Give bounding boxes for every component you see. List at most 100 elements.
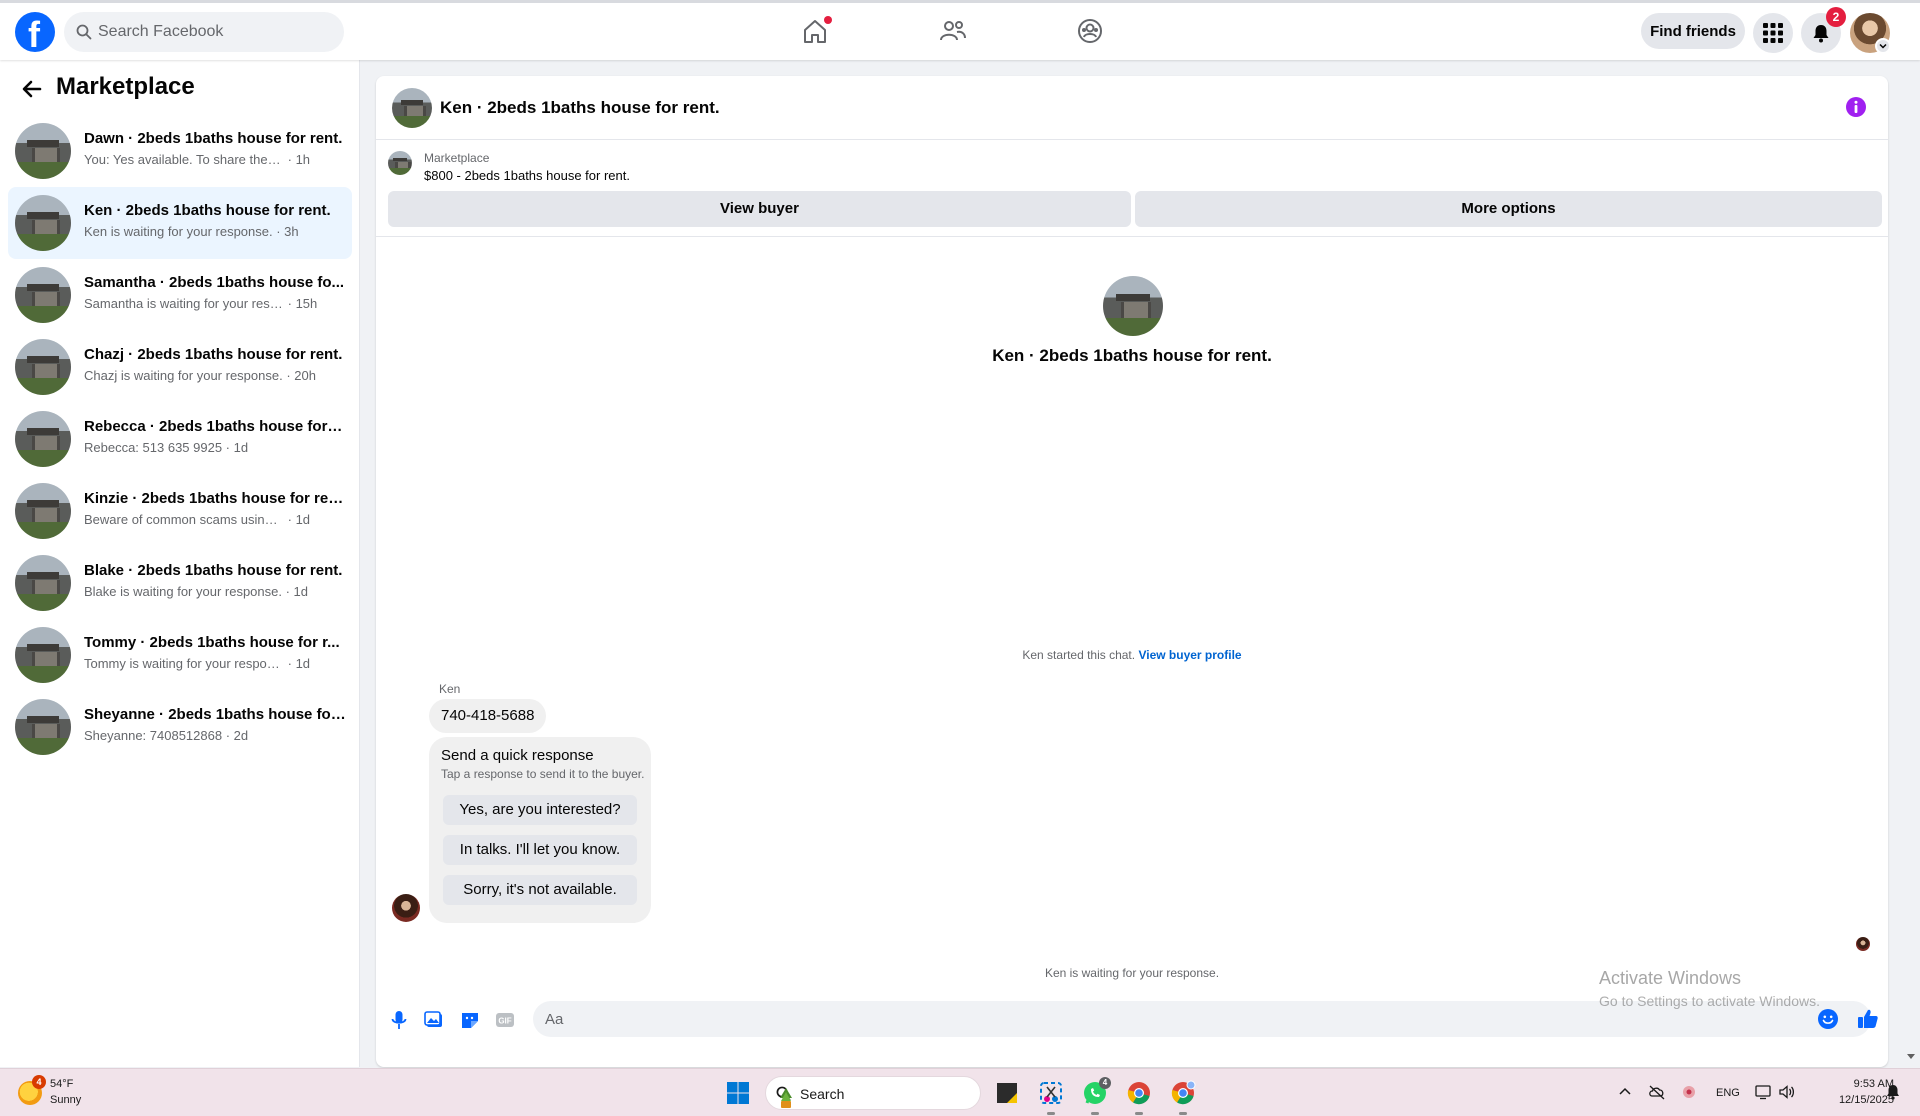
message-composer: GIF: [376, 1001, 1888, 1057]
view-buyer-profile-link[interactable]: View buyer profile: [1138, 648, 1241, 662]
find-friends-button[interactable]: Find friends: [1641, 13, 1745, 49]
sticky-notes-icon[interactable]: [993, 1079, 1021, 1107]
conversation-name: Kinzie · 2beds 1baths house for rent.: [84, 490, 346, 507]
conversation-name: Dawn · 2beds 1baths house for rent.: [84, 130, 343, 147]
conversation-name: Ken · 2beds 1baths house for rent.: [84, 202, 331, 219]
friends-icon[interactable]: [938, 16, 968, 46]
listing-thumbnail: [15, 267, 71, 323]
svg-text:GIF: GIF: [498, 1017, 511, 1026]
volume-icon[interactable]: [1778, 1083, 1796, 1101]
conversation-preview: Sheyanne: 7408512868 · 2d: [84, 728, 249, 743]
notification-bell-icon[interactable]: [1884, 1083, 1902, 1101]
bell-icon: [1813, 25, 1829, 43]
taskbar-search-label: Search: [800, 1086, 845, 1102]
microphone-icon[interactable]: [388, 1009, 410, 1031]
listing-thumbnail: [15, 123, 71, 179]
language-indicator[interactable]: ENG: [1716, 1087, 1740, 1099]
windows-start-icon[interactable]: [726, 1081, 750, 1105]
security-icon[interactable]: [1680, 1083, 1698, 1101]
thumbs-up-icon[interactable]: [1856, 1007, 1880, 1031]
listing-thumbnail: [15, 339, 71, 395]
snipping-tool-icon[interactable]: [1037, 1079, 1065, 1107]
running-app-indicator: [1135, 1112, 1143, 1115]
sticker-icon[interactable]: [459, 1009, 481, 1031]
conversation-time: 1d: [293, 584, 309, 599]
listing-source: Marketplace: [424, 151, 490, 165]
quick-response-sorry-button[interactable]: Sorry, it's not available.: [443, 875, 637, 905]
display-icon[interactable]: [1754, 1083, 1772, 1101]
windows-taskbar: 4 54°F Sunny Search 4 ENG 9:53 AM 12/15/…: [0, 1068, 1920, 1116]
emoji-icon[interactable]: [1817, 1008, 1839, 1030]
info-icon[interactable]: [1845, 96, 1867, 118]
search-facebook-box[interactable]: [64, 12, 344, 52]
conversation-item-ken[interactable]: Ken · 2beds 1baths house for rent. Ken i…: [8, 187, 352, 259]
conversation-item-rebecca[interactable]: Rebecca · 2beds 1baths house for r... Re…: [8, 403, 352, 475]
conversation-item-blake[interactable]: Blake · 2beds 1baths house for rent. Bla…: [8, 547, 352, 619]
listing-thumbnail: [15, 699, 71, 755]
chat-panel: Ken · 2beds 1baths house for rent. Marke…: [376, 76, 1888, 1067]
weather-temperature[interactable]: 54°F: [50, 1078, 73, 1090]
groups-icon[interactable]: [1075, 16, 1105, 46]
conversation-item-chazj[interactable]: Chazj · 2beds 1baths house for rent. Cha…: [8, 331, 352, 403]
marketplace-sidebar: Marketplace Dawn · 2beds 1baths house fo…: [0, 60, 360, 1067]
conversation-name: Chazj · 2beds 1baths house for rent.: [84, 346, 343, 363]
running-app-indicator: [1179, 1112, 1187, 1115]
more-options-button[interactable]: More options: [1135, 191, 1882, 227]
conversation-time: 15h: [295, 296, 318, 311]
listing-thumbnail: [15, 411, 71, 467]
sender-avatar[interactable]: [392, 894, 420, 922]
message-bubble[interactable]: 740-418-5688: [429, 699, 547, 733]
chat-listing-avatar[interactable]: [392, 88, 432, 128]
activate-windows-title: Activate Windows: [1599, 968, 1742, 988]
quick-response-subtitle: Tap a response to send it to the buyer.: [441, 767, 645, 781]
conversation-item-dawn[interactable]: Dawn · 2beds 1baths house for rent. You:…: [8, 115, 352, 187]
chat-started-text: Ken started this chat.: [1022, 648, 1136, 662]
conversation-item-kinzie[interactable]: Kinzie · 2beds 1baths house for rent. Be…: [8, 475, 352, 547]
conversation-preview: Beware of common scams using pay... · 1d: [84, 512, 311, 527]
back-arrow-icon[interactable]: [18, 75, 46, 103]
scrollbar-down-arrow-icon[interactable]: [1906, 1051, 1916, 1061]
chrome-icon[interactable]: [1125, 1079, 1153, 1107]
search-icon: [76, 24, 92, 40]
intro-title: Ken · 2beds 1baths house for rent.: [992, 346, 1272, 365]
quick-response-title: Send a quick response: [441, 747, 594, 764]
running-app-indicator: [1091, 1112, 1099, 1115]
conversation-item-tommy[interactable]: Tommy · 2beds 1baths house for r... Tomm…: [8, 619, 352, 691]
sidebar-header: Marketplace: [0, 60, 360, 114]
taskbar-search-box[interactable]: Search: [765, 1076, 981, 1110]
conversation-preview: Ken is waiting for your response. · 3h: [84, 224, 299, 239]
whatsapp-badge: 4: [1099, 1077, 1111, 1089]
facebook-logo[interactable]: f: [15, 12, 55, 55]
conversation-time: 2d: [233, 728, 249, 743]
quick-response-in-talks-button[interactable]: In talks. I'll let you know.: [443, 835, 637, 865]
conversation-name: Sheyanne · 2beds 1baths house for...: [84, 706, 346, 723]
listing-price[interactable]: $800 - 2beds 1baths house for rent.: [424, 168, 630, 183]
account-chevron[interactable]: [1875, 38, 1891, 54]
listing-thumbnail: [388, 151, 412, 175]
conversation-name: Blake · 2beds 1baths house for rent.: [84, 562, 343, 579]
conversation-item-samantha[interactable]: Samantha · 2beds 1baths house fo... Sama…: [8, 259, 352, 331]
conversation-name: Rebecca · 2beds 1baths house for r...: [84, 418, 346, 435]
photo-icon[interactable]: [423, 1009, 445, 1031]
gif-icon[interactable]: GIF: [494, 1009, 516, 1031]
cloud-offline-icon[interactable]: [1648, 1083, 1666, 1101]
menu-grid-button[interactable]: [1753, 13, 1793, 53]
conversation-time: 3h: [284, 224, 299, 239]
home-notification-dot: [824, 16, 832, 24]
chrome-profile-icon[interactable]: [1169, 1079, 1197, 1107]
notification-count-badge: 2: [1826, 7, 1846, 27]
listing-thumbnail: [15, 627, 71, 683]
listing-thumbnail: [15, 555, 71, 611]
conversation-time: 1d: [233, 440, 249, 455]
quick-response-yes-button[interactable]: Yes, are you interested?: [443, 795, 637, 825]
conversation-item-sheyanne[interactable]: Sheyanne · 2beds 1baths house for... She…: [8, 691, 352, 763]
activate-windows-subtitle: Go to Settings to activate Windows.: [1599, 993, 1820, 1009]
clock-date[interactable]: 12/15/2025: [1814, 1094, 1894, 1106]
quick-response-card: Send a quick response Tap a response to …: [429, 737, 651, 923]
view-buyer-button[interactable]: View buyer: [388, 191, 1131, 227]
chat-title[interactable]: Ken · 2beds 1baths house for rent.: [440, 98, 720, 118]
plant-icon: [780, 1088, 792, 1108]
search-input[interactable]: [98, 12, 328, 52]
chevron-up-icon[interactable]: [1616, 1083, 1634, 1101]
listing-thumbnail: [15, 483, 71, 539]
